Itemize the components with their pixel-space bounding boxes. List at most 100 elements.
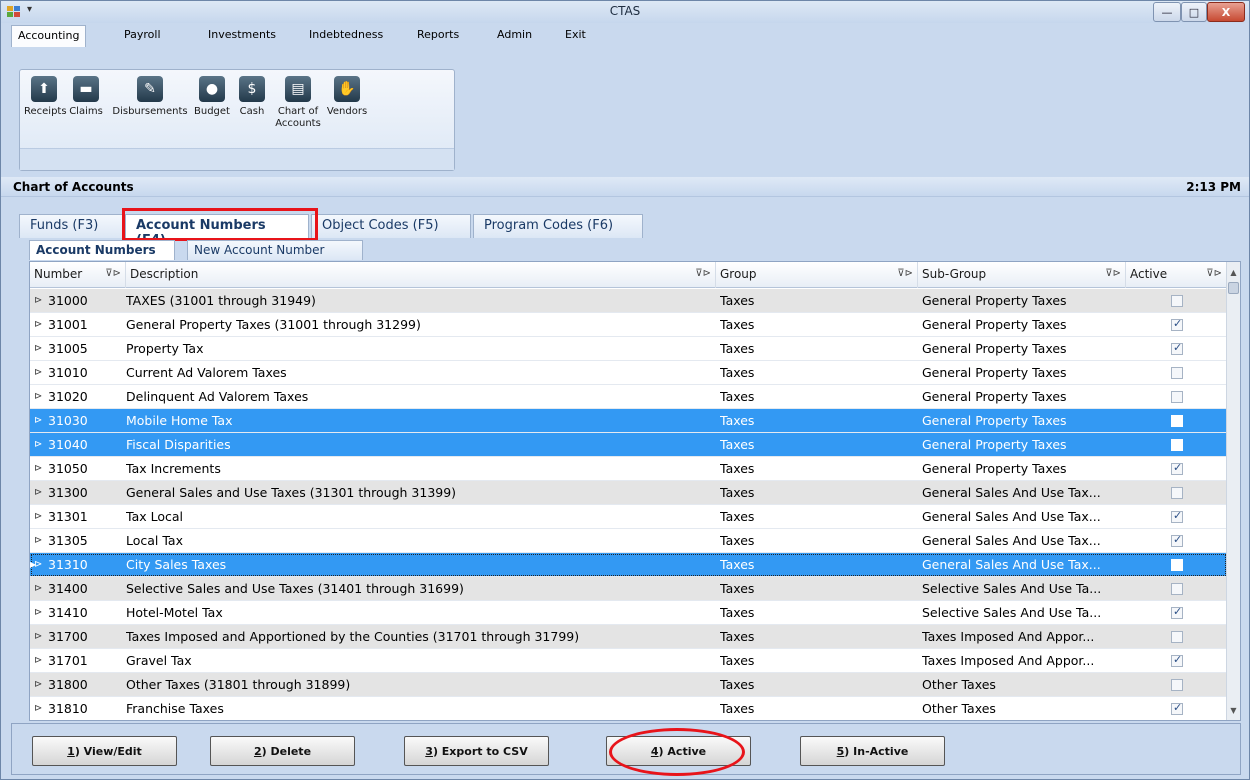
menu-exit[interactable]: Exit: [565, 28, 586, 41]
pin-icon[interactable]: ⊳: [34, 535, 42, 546]
minimize-button[interactable]: —: [1153, 2, 1181, 22]
active-checkbox[interactable]: [1171, 509, 1183, 523]
filter-icon[interactable]: ⊽⊳: [695, 268, 711, 279]
menu-accounting[interactable]: Accounting: [11, 25, 87, 47]
table-row[interactable]: ⊳ 31010 Current Ad Valorem Taxes Taxes Gener…: [30, 361, 1227, 385]
active-checkbox[interactable]: [1171, 367, 1183, 379]
table-row[interactable]: ⊳ 31030 Mobile Home Tax Taxes General Proper…: [30, 409, 1227, 433]
table-row[interactable]: ⊳ 31000 TAXES (31001 through 31949) Taxes Ge…: [30, 289, 1227, 313]
active-checkbox[interactable]: [1171, 559, 1183, 571]
table-row[interactable]: ⊳ 31700 Taxes Imposed and Apportioned by t…: [30, 625, 1227, 649]
active-checkbox[interactable]: [1171, 533, 1183, 547]
vendors-button[interactable]: ✋ Vendors: [326, 76, 368, 118]
scroll-down-icon[interactable]: ▼: [1227, 706, 1240, 720]
table-row[interactable]: ⊳ 31001 General Property Taxes (31001 thro…: [30, 313, 1227, 337]
active-checkbox[interactable]: [1171, 341, 1183, 355]
chart-of-accounts-button[interactable]: ▤ Chart of Accounts: [274, 76, 322, 130]
pin-icon[interactable]: ⊳: [34, 463, 42, 474]
cell-sub-group: Other Taxes: [922, 701, 996, 716]
tab-program-codes[interactable]: Program Codes (F6): [473, 214, 643, 238]
menu-payroll[interactable]: Payroll: [124, 28, 161, 41]
active-checkbox[interactable]: [1171, 415, 1183, 427]
active-checkbox[interactable]: [1171, 605, 1183, 619]
pin-icon[interactable]: ⊳: [34, 391, 42, 402]
maximize-button[interactable]: □: [1181, 2, 1207, 22]
table-row[interactable]: ⊳ 31005 Property Tax Taxes General Property …: [30, 337, 1227, 361]
pin-icon[interactable]: ⊳: [34, 487, 42, 498]
pin-icon[interactable]: ⊳: [34, 511, 42, 522]
receipts-button[interactable]: ⬆ Receipts: [24, 76, 67, 118]
delete-button[interactable]: 2) Delete: [210, 736, 355, 766]
table-row[interactable]: ⊳ 31301 Tax Local Taxes General Sales And Us…: [30, 505, 1227, 529]
tab-object-codes[interactable]: Object Codes (F5): [311, 214, 471, 238]
active-checkbox[interactable]: [1171, 391, 1183, 403]
view-edit-button[interactable]: 1) View/Edit: [32, 736, 177, 766]
pin-icon[interactable]: ⊳: [34, 559, 42, 570]
pin-icon[interactable]: ⊳: [34, 343, 42, 354]
scroll-thumb[interactable]: [1228, 282, 1239, 294]
subtab-account-numbers[interactable]: Account Numbers: [29, 240, 175, 260]
table-row[interactable]: ⊳ 31400 Selective Sales and Use Taxes (314…: [30, 577, 1227, 601]
pin-icon[interactable]: ⊳: [34, 703, 42, 714]
pin-icon[interactable]: ⊳: [34, 367, 42, 378]
active-checkbox[interactable]: [1171, 631, 1183, 643]
cell-group: Taxes: [720, 629, 755, 644]
column-header-active[interactable]: Active ⊽⊳: [1126, 262, 1227, 288]
pin-icon[interactable]: ⊳: [34, 415, 42, 426]
table-row[interactable]: ⊳ 31050 Tax Increments Taxes General Propert…: [30, 457, 1227, 481]
pin-icon[interactable]: ⊳: [34, 319, 42, 330]
pin-icon[interactable]: ⊳: [34, 295, 42, 306]
active-checkbox[interactable]: [1171, 701, 1183, 715]
claims-button[interactable]: ▬ Claims: [68, 76, 104, 118]
filter-icon[interactable]: ⊽⊳: [897, 268, 913, 279]
table-row[interactable]: ⊳ 31410 Hotel-Motel Tax Taxes Selective Sale…: [30, 601, 1227, 625]
active-checkbox[interactable]: [1171, 583, 1183, 595]
table-row[interactable]: ⊳ 31020 Delinquent Ad Valorem Taxes Taxes Ge…: [30, 385, 1227, 409]
tab-funds[interactable]: Funds (F3): [19, 214, 123, 238]
active-checkbox[interactable]: [1171, 461, 1183, 475]
menu-investments[interactable]: Investments: [208, 28, 276, 41]
chart-of-accounts-label: Chart of Accounts: [275, 106, 321, 129]
table-row[interactable]: ⊳ 31800 Other Taxes (31801 through 31899) T…: [30, 673, 1227, 697]
pin-icon[interactable]: ⊳: [34, 439, 42, 450]
column-label-description: Description: [130, 267, 199, 281]
pin-icon[interactable]: ⊳: [34, 583, 42, 594]
menu-indebtedness[interactable]: Indebtedness: [309, 28, 383, 41]
subtab-new-account-number[interactable]: New Account Number: [187, 240, 363, 260]
pin-icon[interactable]: ⊳: [34, 631, 42, 642]
active-checkbox[interactable]: [1171, 295, 1183, 307]
vertical-scrollbar[interactable]: ▲ ▼: [1226, 262, 1240, 720]
menu-admin[interactable]: Admin: [497, 28, 532, 41]
column-header-sub-group[interactable]: Sub-Group ⊽⊳: [918, 262, 1126, 288]
column-header-group[interactable]: Group ⊽⊳: [716, 262, 918, 288]
table-row[interactable]: ⊳ 31300 General Sales and Use Taxes (31301…: [30, 481, 1227, 505]
active-checkbox[interactable]: [1171, 679, 1183, 691]
budget-icon: ●: [199, 76, 225, 102]
column-header-description[interactable]: Description ⊽⊳: [126, 262, 716, 288]
in-active-button[interactable]: 5) In-Active: [800, 736, 945, 766]
table-row[interactable]: ⊳ 31810 Franchise Taxes Taxes Other Taxes: [30, 697, 1227, 720]
filter-icon[interactable]: ⊽⊳: [1105, 268, 1121, 279]
table-row[interactable]: ▶ ⊳ 31310 City Sales Taxes Taxes General Sale…: [30, 553, 1227, 577]
scroll-up-icon[interactable]: ▲: [1227, 268, 1240, 282]
vendors-icon: ✋: [334, 76, 360, 102]
column-header-number[interactable]: Number ⊽⊳: [30, 262, 126, 288]
cash-button[interactable]: $ Cash: [234, 76, 270, 118]
active-checkbox[interactable]: [1171, 439, 1183, 451]
disbursements-button[interactable]: ✎ Disbursements: [110, 76, 190, 118]
filter-icon[interactable]: ⊽⊳: [1206, 268, 1222, 279]
filter-icon[interactable]: ⊽⊳: [105, 268, 121, 279]
active-checkbox[interactable]: [1171, 653, 1183, 667]
table-row[interactable]: ⊳ 31305 Local Tax Taxes General Sales And Us…: [30, 529, 1227, 553]
table-row[interactable]: ⊳ 31701 Gravel Tax Taxes Taxes Imposed And A…: [30, 649, 1227, 673]
pin-icon[interactable]: ⊳: [34, 679, 42, 690]
active-checkbox[interactable]: [1171, 487, 1183, 499]
export-csv-button[interactable]: 3) Export to CSV: [404, 736, 549, 766]
active-checkbox[interactable]: [1171, 317, 1183, 331]
pin-icon[interactable]: ⊳: [34, 607, 42, 618]
budget-button[interactable]: ● Budget: [192, 76, 232, 118]
close-button[interactable]: X: [1207, 2, 1245, 22]
menu-reports[interactable]: Reports: [417, 28, 459, 41]
table-row[interactable]: ⊳ 31040 Fiscal Disparities Taxes General Pro…: [30, 433, 1227, 457]
pin-icon[interactable]: ⊳: [34, 655, 42, 666]
